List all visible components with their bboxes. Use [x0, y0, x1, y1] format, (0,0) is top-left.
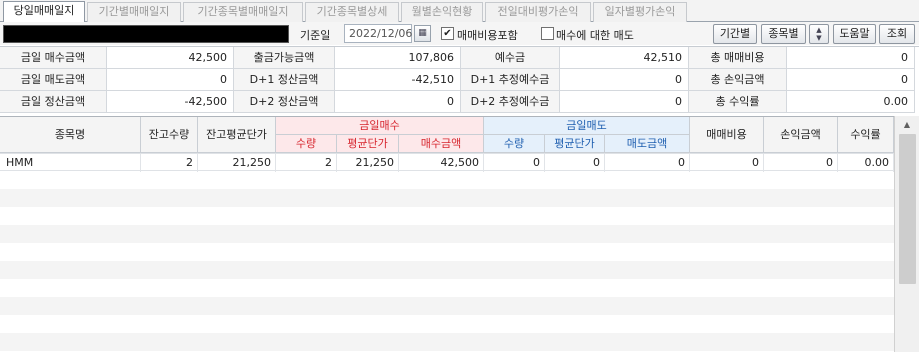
cell-sell-amount: 0	[605, 154, 690, 172]
d1-est-deposit-label: D+1 추정예수금	[461, 69, 560, 91]
total-pnl-value: 0	[787, 69, 915, 91]
tab-bar: 당일매매일지 기간별매매일지 기간종목별매매일지 기간종목별상세 월별손익현황 …	[0, 0, 919, 23]
header-sell-qty[interactable]: 수량	[484, 135, 545, 153]
cell-return-rate: 0.00	[838, 154, 894, 172]
header-buy-qty[interactable]: 수량	[276, 135, 337, 153]
empty-row	[0, 261, 894, 279]
today-sell-amount-label: 금일 매도금액	[0, 69, 107, 91]
cell-trade-fee: 0	[690, 154, 764, 172]
date-label: 기준일	[300, 29, 331, 42]
header-pnl-amount[interactable]: 손익금액	[764, 117, 838, 153]
cell-holding-avg-price: 21,250	[198, 154, 276, 172]
header-today-sell-group: 금일매도	[484, 117, 690, 135]
total-return-value: 0.00	[787, 91, 915, 113]
header-stock-name[interactable]: 종목명	[0, 117, 141, 153]
cell-pnl-amount: 0	[764, 154, 838, 172]
today-sell-amount-value: 0	[107, 69, 234, 91]
total-fee-label: 총 매매비용	[689, 47, 787, 69]
empty-row	[0, 243, 894, 261]
help-button[interactable]: 도움말	[833, 24, 876, 44]
tab-period-trade-journal[interactable]: 기간별매매일지	[87, 2, 181, 22]
header-return-rate[interactable]: 수익률	[838, 117, 894, 153]
scrollbar-thumb[interactable]	[899, 134, 916, 284]
empty-row	[0, 189, 894, 207]
tab-monthly-pnl[interactable]: 월별손익현황	[401, 2, 483, 22]
deposit-label: 예수금	[461, 47, 560, 69]
d2-est-deposit-label: D+2 추정예수금	[461, 91, 560, 113]
withdrawable-amount-value: 107,806	[335, 47, 461, 69]
vertical-scrollbar[interactable]: ▲	[894, 116, 919, 352]
date-input[interactable]: 2022/12/06	[344, 24, 412, 43]
toolbar: 기준일 2022/12/06 ▦ ✔ 매매비용포함 매수에 대한 매도 기간별 …	[0, 22, 919, 45]
sell-for-buy-checkbox[interactable]	[541, 27, 554, 40]
tab-daily-trade-journal[interactable]: 당일매매일지	[3, 1, 85, 23]
table-row[interactable]: HMM 2 21,250 2 21,250 42,500 0 0 0 0 0 0…	[0, 153, 894, 172]
deposit-value: 42,510	[560, 47, 689, 69]
cell-holding-qty: 2	[141, 154, 198, 172]
today-buy-amount-label: 금일 매수금액	[0, 47, 107, 69]
summary-panel: 금일 매수금액 42,500 출금가능금액 107,806 예수금 42,510…	[0, 46, 919, 113]
calendar-icon[interactable]: ▦	[414, 25, 431, 42]
tab-day-over-day-pnl[interactable]: 전일대비평가손익	[485, 2, 591, 22]
withdrawable-amount-label: 출금가능금액	[234, 47, 335, 69]
d1-est-deposit-value: 0	[560, 69, 689, 91]
tab-period-stock-trade-journal[interactable]: 기간종목별매매일지	[183, 2, 303, 22]
tab-daily-eval-pnl[interactable]: 일자별평가손익	[593, 2, 687, 22]
header-trade-fee[interactable]: 매매비용	[690, 117, 764, 153]
include-fee-checkbox[interactable]: ✔	[441, 27, 454, 40]
d2-settlement-label: D+2 정산금액	[234, 91, 335, 113]
empty-row	[0, 207, 894, 225]
cell-sell-avg-price: 0	[545, 154, 605, 172]
empty-row	[0, 225, 894, 243]
empty-row	[0, 279, 894, 297]
sell-for-buy-label: 매수에 대한 매도	[556, 29, 634, 42]
total-fee-value: 0	[787, 47, 915, 69]
header-today-buy-group: 금일매수	[276, 117, 484, 135]
empty-row	[0, 297, 894, 315]
total-return-label: 총 수익률	[689, 91, 787, 113]
empty-row	[0, 315, 894, 333]
period-button[interactable]: 기간별	[713, 24, 757, 44]
header-sell-avg-price[interactable]: 평균단가	[545, 135, 605, 153]
include-fee-label: 매매비용포함	[457, 29, 518, 42]
empty-row	[0, 333, 894, 351]
total-pnl-label: 총 손익금액	[689, 69, 787, 91]
d1-settlement-label: D+1 정산금액	[234, 69, 335, 91]
tab-period-stock-detail[interactable]: 기간종목별상세	[305, 2, 399, 22]
d2-settlement-value: 0	[335, 91, 461, 113]
by-stock-button[interactable]: 종목별	[761, 24, 806, 44]
header-holding-avg-price[interactable]: 잔고평균단가	[198, 117, 276, 153]
empty-row	[0, 171, 894, 189]
cell-buy-amount: 42,500	[399, 154, 484, 172]
d1-settlement-value: -42,510	[335, 69, 461, 91]
account-input[interactable]	[3, 25, 289, 43]
header-buy-avg-price[interactable]: 평균단가	[337, 135, 399, 153]
search-button[interactable]: 조회	[879, 24, 915, 44]
cell-stock-name: HMM	[0, 154, 141, 172]
scroll-up-arrow-icon[interactable]: ▲	[898, 117, 916, 133]
cell-buy-avg-price: 21,250	[337, 154, 399, 172]
d2-est-deposit-value: 0	[560, 91, 689, 113]
today-buy-amount-value: 42,500	[107, 47, 234, 69]
today-settlement-label: 금일 정산금액	[0, 91, 107, 113]
cell-buy-qty: 2	[276, 154, 337, 172]
today-settlement-value: -42,500	[107, 91, 234, 113]
up-down-arrows-icon[interactable]: ▲ ▼	[809, 24, 829, 44]
cell-sell-qty: 0	[484, 154, 545, 172]
header-buy-amount[interactable]: 매수금액	[399, 135, 484, 153]
trade-grid: 종목명 잔고수량 잔고평균단가 금일매수 수량 평균단가 매수금액 금일매도 수…	[0, 116, 919, 352]
header-holding-qty[interactable]: 잔고수량	[141, 117, 198, 153]
header-sell-amount[interactable]: 매도금액	[605, 135, 690, 153]
